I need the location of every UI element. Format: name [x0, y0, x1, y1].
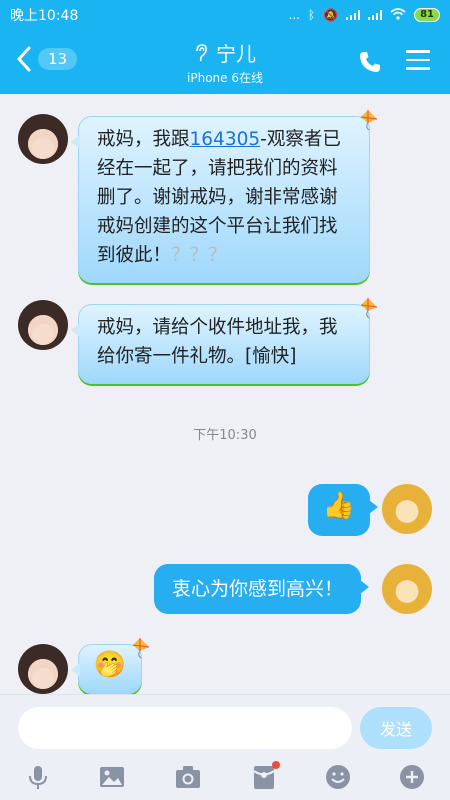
- more-dots-icon: ...: [288, 8, 300, 22]
- message-timestamp: 下午10:30: [193, 428, 257, 443]
- send-button[interactable]: 发送: [360, 707, 432, 749]
- message-link[interactable]: 164305: [190, 129, 261, 150]
- mute-icon: 🔕: [323, 8, 339, 22]
- bluetooth-icon: ᛒ: [307, 8, 316, 22]
- my-avatar[interactable]: [382, 484, 432, 534]
- contact-avatar[interactable]: [18, 644, 68, 694]
- message-bubble-incoming[interactable]: 🤭: [71, 638, 150, 694]
- message-bubble-outgoing[interactable]: 👍: [308, 484, 378, 536]
- image-icon: [100, 767, 124, 787]
- more-button[interactable]: [396, 761, 428, 793]
- contact-status: iPhone 6在线: [187, 71, 263, 85]
- emoji-button[interactable]: [322, 761, 354, 793]
- message-text: 衷心为你感到高兴！: [172, 578, 344, 600]
- message-text: 戒妈，我跟: [97, 129, 190, 150]
- menu-icon[interactable]: [406, 50, 430, 72]
- status-bar: 晚上10:48 ... ᛒ 🔕 81: [0, 0, 450, 30]
- thumbs-up-emoji: 👍: [322, 491, 356, 521]
- message-input[interactable]: [18, 707, 352, 749]
- contact-info[interactable]: 宁儿 iPhone 6在线: [0, 38, 450, 86]
- message-text: 戒妈，请给个收件地址我，我给你寄一件礼物。[愉快]: [97, 317, 338, 367]
- message-list: 戒妈，我跟164305-观察者已经在一起了，请把我们的资料删了。谢谢戒妈，谢非常…: [0, 94, 450, 694]
- ear-icon: [196, 43, 207, 61]
- phone-icon[interactable]: [358, 50, 382, 74]
- kite-icon: [360, 298, 378, 319]
- signal-icon: [346, 10, 361, 20]
- message-bubble-incoming[interactable]: 戒妈，请给个收件地址我，我给你寄一件礼物。[愉快]: [71, 298, 378, 384]
- input-bar: 发送: [0, 694, 450, 800]
- camera-button[interactable]: [172, 761, 204, 793]
- wifi-icon: [390, 7, 406, 23]
- chat-header: 13 宁儿 iPhone 6在线: [0, 30, 450, 94]
- voice-button[interactable]: [22, 761, 54, 793]
- contact-name: 宁儿: [216, 42, 256, 66]
- camera-icon: [176, 766, 200, 788]
- contact-avatar[interactable]: [18, 114, 68, 164]
- kite-icon: [360, 110, 378, 131]
- battery-icon: 81: [414, 8, 440, 22]
- kite-icon: [132, 638, 150, 659]
- red-packet-button[interactable]: [248, 761, 280, 793]
- message-bubble-outgoing[interactable]: 衷心为你感到高兴！: [154, 564, 370, 614]
- plus-icon: [400, 765, 424, 789]
- image-button[interactable]: [96, 761, 128, 793]
- status-icons: ... ᛒ 🔕 81: [288, 7, 440, 23]
- message-trailing: ？？？: [171, 245, 227, 266]
- status-time: 晚上10:48: [10, 8, 79, 24]
- input-toolbar: [0, 761, 450, 795]
- signal-icon-2: [368, 10, 383, 20]
- sticker-emoji: 🤭: [93, 650, 127, 680]
- microphone-icon: [29, 766, 47, 789]
- contact-avatar[interactable]: [18, 300, 68, 350]
- message-bubble-incoming[interactable]: 戒妈，我跟164305-观察者已经在一起了，请把我们的资料删了。谢谢戒妈，谢非常…: [71, 110, 378, 283]
- smiley-icon: [326, 765, 350, 789]
- notification-dot: [272, 761, 280, 769]
- my-avatar[interactable]: [382, 564, 432, 614]
